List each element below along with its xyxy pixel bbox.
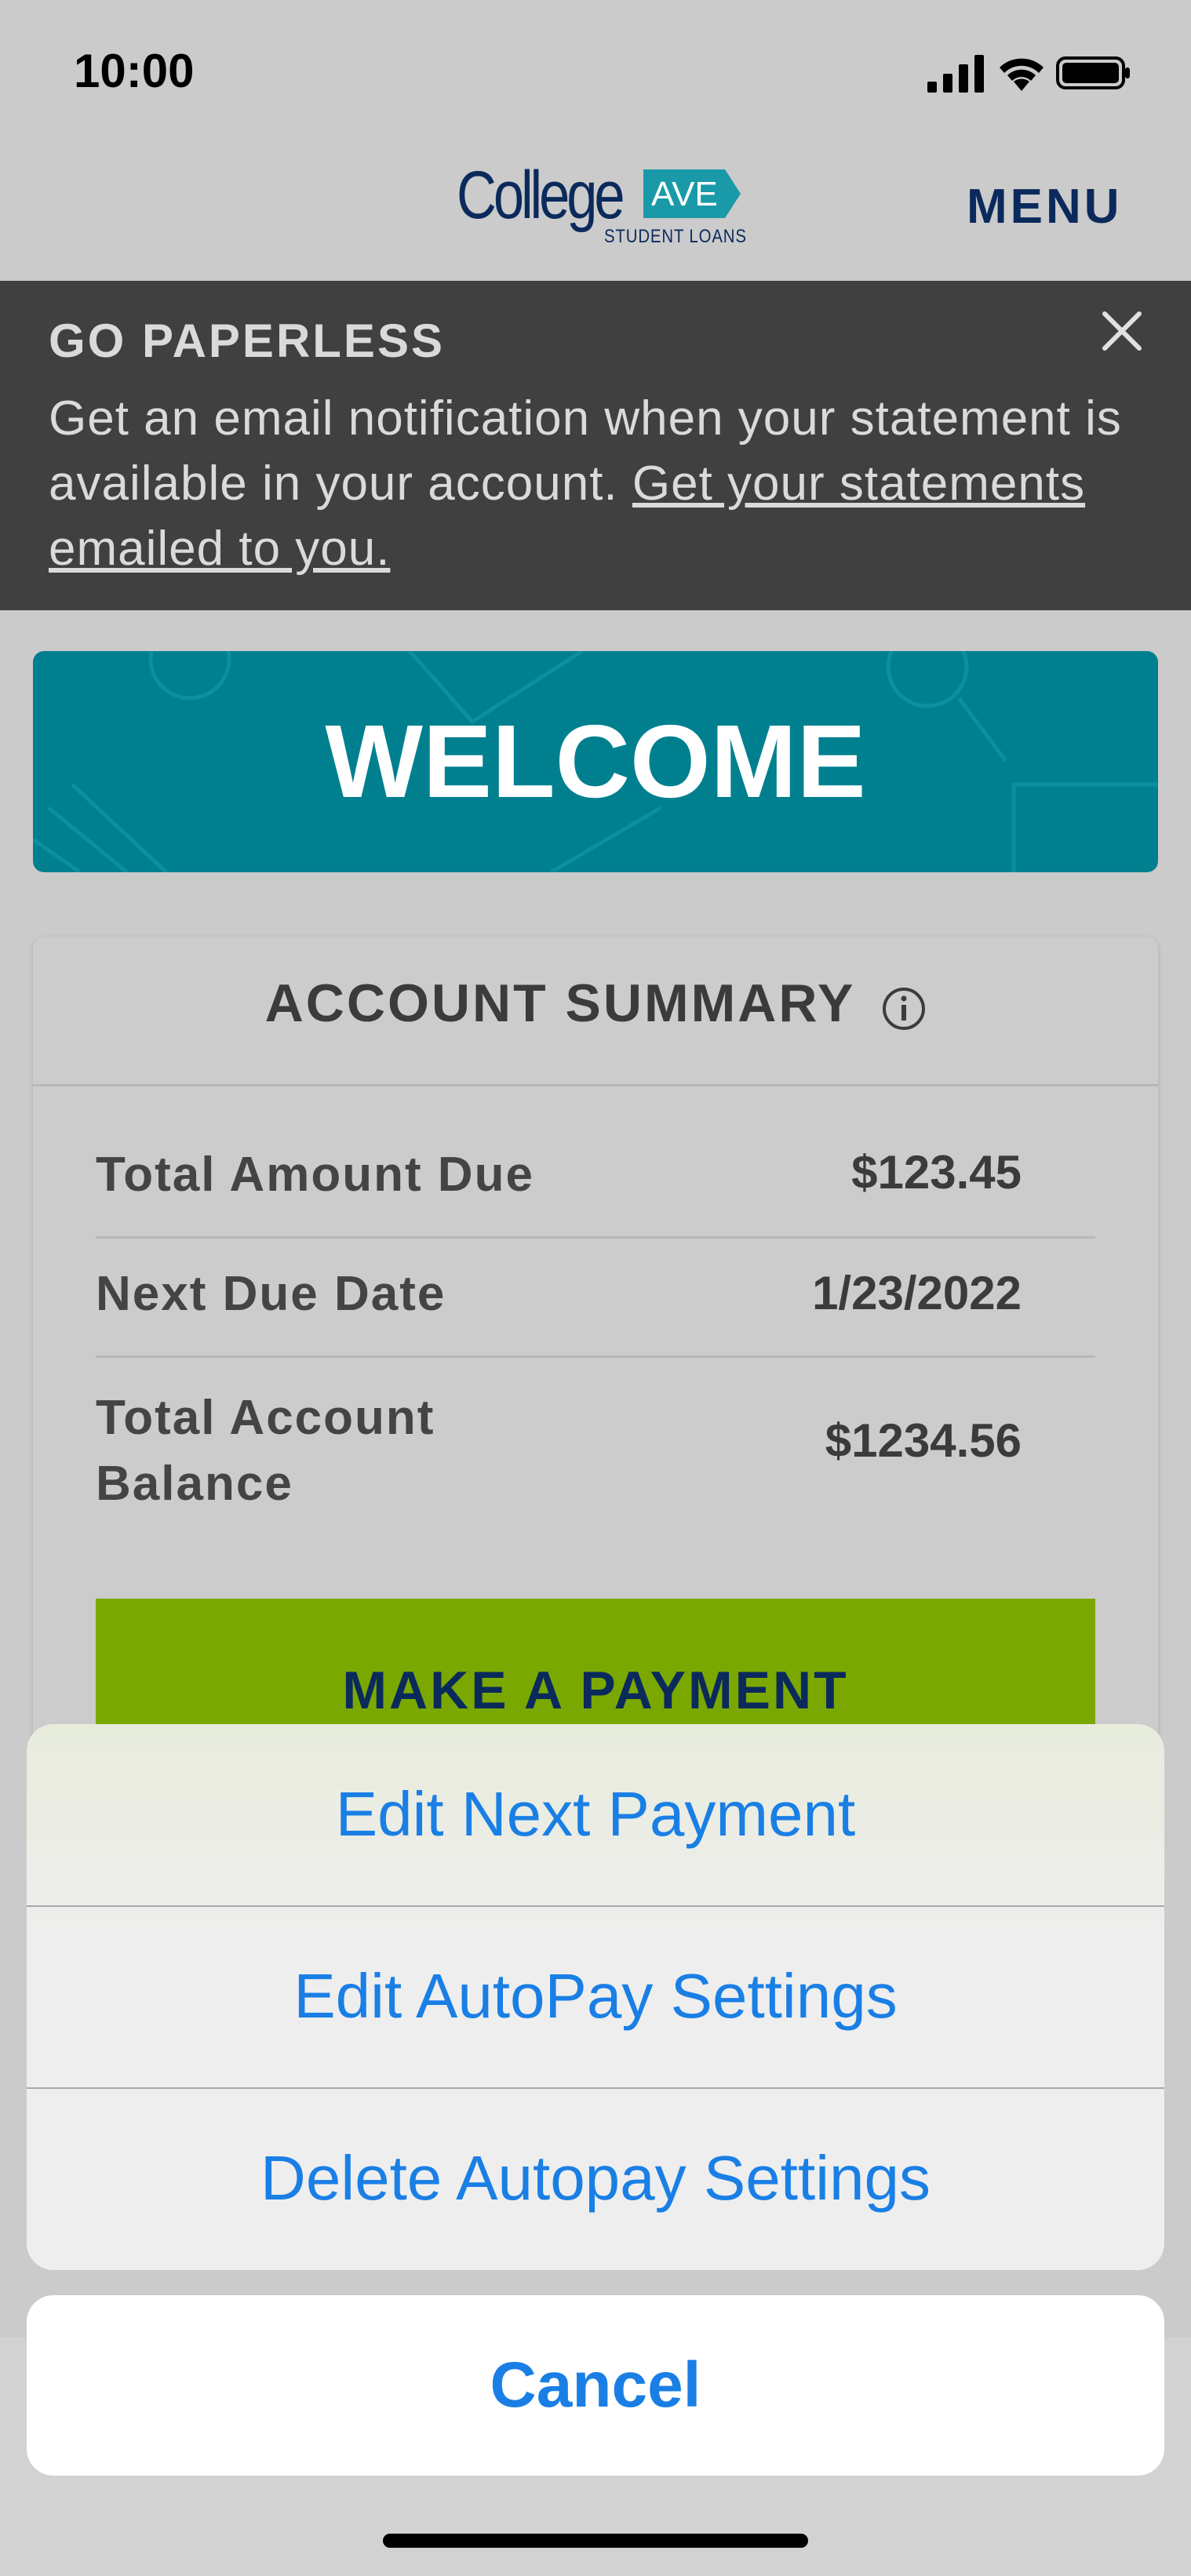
banner-title: GO PAPERLESS [49, 315, 445, 367]
status-time: 10:00 [74, 45, 195, 97]
banner-message: Get an email notification when your stat… [49, 386, 1163, 581]
logo-ave-badge: AVE [643, 169, 741, 218]
welcome-title: WELCOME [325, 704, 866, 819]
cellular-signal-icon [927, 55, 984, 93]
total-amount-due-value: $123.45 [851, 1146, 1022, 1199]
menu-button[interactable]: MENU [967, 179, 1123, 235]
total-amount-due-label: Total Amount Due [96, 1148, 534, 1202]
svg-text:AVE: AVE [651, 175, 718, 213]
total-account-balance-label: Total Account Balance [96, 1391, 435, 1511]
edit-autopay-settings-option[interactable]: Edit AutoPay Settings [27, 1906, 1164, 2087]
make-payment-label: MAKE A PAYMENT [342, 1661, 849, 1720]
info-icon[interactable] [880, 985, 927, 1032]
close-icon[interactable] [1094, 303, 1150, 359]
summary-title-text: ACCOUNT SUMMARY [264, 973, 856, 1033]
wifi-icon [1000, 58, 1043, 91]
logo-subtitle: STUDENT LOANS [604, 226, 747, 247]
row-divider [96, 1355, 1095, 1358]
total-account-balance-value: $1234.56 [825, 1414, 1022, 1467]
account-summary-title: ACCOUNT SUMMARY [0, 973, 1191, 1034]
home-indicator[interactable] [383, 2534, 808, 2548]
logo-text: College [457, 158, 625, 233]
welcome-banner: WELCOME [33, 651, 1158, 872]
delete-autopay-settings-option[interactable]: Delete Autopay Settings [27, 2088, 1164, 2269]
next-due-date-value: 1/23/2022 [812, 1267, 1022, 1319]
row-divider [96, 1236, 1095, 1239]
battery-icon [1056, 56, 1130, 89]
cancel-label: Cancel [490, 2349, 701, 2421]
edit-next-payment-option[interactable]: Edit Next Payment [27, 1724, 1164, 1905]
next-due-date-label: Next Due Date [96, 1267, 446, 1321]
